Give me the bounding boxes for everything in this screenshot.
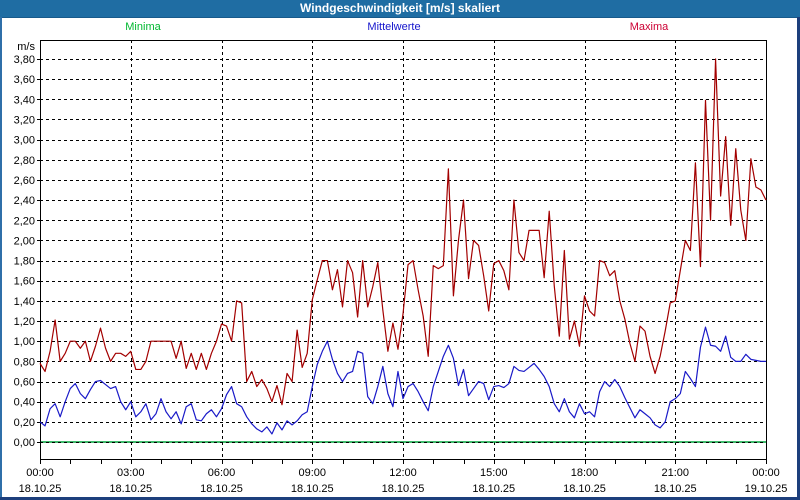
y-axis-label: 1,00 (14, 336, 35, 348)
y-axis-label: 3,80 (14, 54, 35, 66)
x-axis-date-label: 18.10.25 (563, 483, 606, 495)
y-axis-label: 3,60 (14, 74, 35, 86)
y-axis-label: 3,20 (14, 114, 35, 126)
y-axis-label: 2,20 (14, 215, 35, 227)
y-axis-label: 0,00 (14, 437, 35, 449)
y-axis-label: 1,40 (14, 296, 35, 308)
y-axis-label: 1,60 (14, 276, 35, 288)
x-axis-date-label: 18.10.25 (654, 483, 697, 495)
x-axis-time-label: 09:00 (298, 467, 326, 479)
wind-speed-chart: 0,00 0,20 0,40 0,60 0,80 1,00 1,20 1,40 1,60 1,80… (14, 40, 788, 495)
y-axis-label: 2,00 (14, 235, 35, 247)
x-axis-time-label: 12:00 (389, 467, 417, 479)
window-border-left (0, 17, 2, 500)
y-axis-label: 2,60 (14, 175, 35, 187)
y-axis-label: 0,40 (14, 397, 35, 409)
x-axis-time-label: 03:00 (117, 467, 145, 479)
y-axis-label: 3,00 (14, 135, 35, 147)
x-axis-date-label: 18.10.25 (291, 483, 334, 495)
x-axis-date-label: 18.10.25 (109, 483, 152, 495)
y-axis-label: 2,40 (14, 195, 35, 207)
y-axis-label: 1,20 (14, 316, 35, 328)
x-axis-time-label: 21:00 (661, 467, 689, 479)
y-axis-label: 1,80 (14, 256, 35, 268)
x-axis-date-label: 19.10.25 (745, 483, 788, 495)
y-axis-label: 3,40 (14, 94, 35, 106)
x-axis-date-label: 18.10.25 (200, 483, 243, 495)
x-axis-time-label: 15:00 (480, 467, 508, 479)
x-axis-time-label: 18:00 (571, 467, 599, 479)
y-axis-label: 0,60 (14, 377, 35, 389)
y-axis-label: 0,20 (14, 417, 35, 429)
wind-chart-window: Windgeschwindigkeit [m/s] skaliert Minim… (0, 0, 800, 500)
y-unit-label: m/s (17, 41, 35, 53)
x-axis-time-label: 00:00 (26, 467, 54, 479)
y-axis-label: 0,80 (14, 356, 35, 368)
x-axis-date-label: 18.10.25 (472, 483, 515, 495)
y-axis-label: 2,80 (14, 155, 35, 167)
x-axis-date-label: 18.10.25 (19, 483, 62, 495)
x-axis-date-label: 18.10.25 (382, 483, 425, 495)
x-axis-time-label: 00:00 (752, 467, 780, 479)
mittelwerte-line (39, 326, 766, 435)
x-axis-time-label: 06:00 (208, 467, 236, 479)
